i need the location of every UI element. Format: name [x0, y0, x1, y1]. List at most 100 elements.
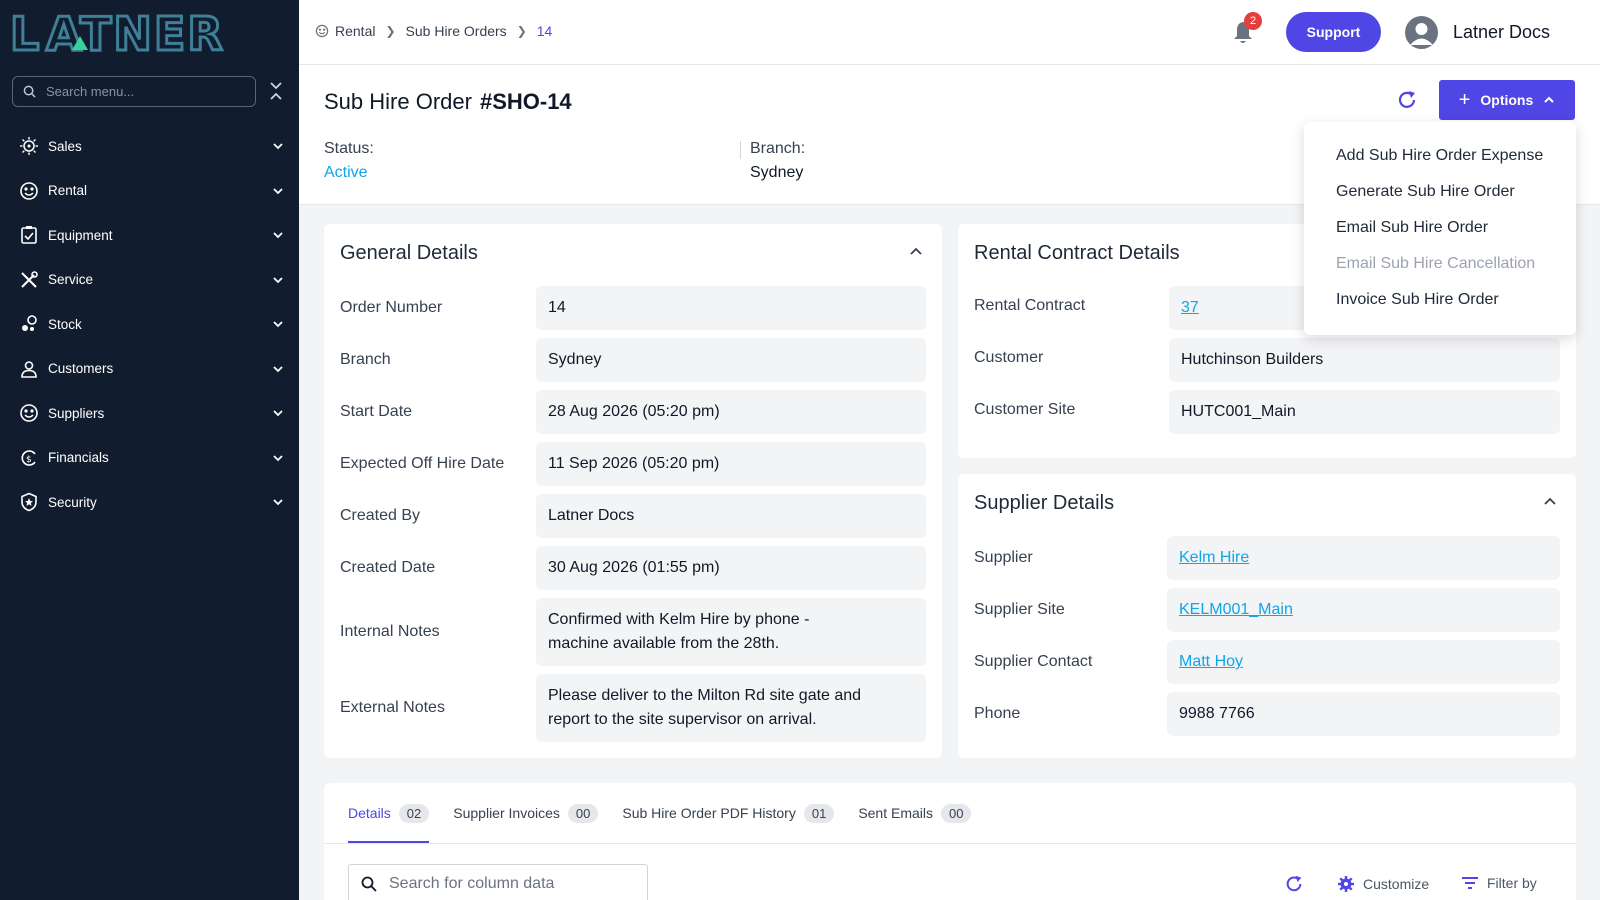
sidebar-item-sales[interactable]: Sales	[0, 124, 299, 169]
tab-label: Details	[348, 805, 391, 821]
rental-icon	[18, 180, 40, 202]
chevron-down-icon	[273, 232, 283, 239]
supplier-contact-link[interactable]: Matt Hoy	[1179, 650, 1243, 674]
supplier-link[interactable]: Kelm Hire	[1179, 546, 1249, 570]
supplier-contact-value: Matt Hoy	[1167, 640, 1560, 684]
field-row: External Notes	[340, 699, 445, 717]
collapse-sidebar-icon[interactable]	[268, 80, 284, 102]
column-search-input[interactable]: Search for column data	[348, 864, 648, 900]
breadcrumb-sub-hire-orders[interactable]: Sub Hire Orders	[406, 23, 507, 39]
tab-count-badge: 00	[567, 803, 599, 823]
chevron-up-icon[interactable]	[1542, 494, 1558, 510]
sidebar-item-label: Financials	[48, 450, 109, 466]
field-label: Phone	[974, 705, 1021, 722]
sidebar-item-stock[interactable]: Stock	[0, 302, 299, 347]
start-date-value: 28 Aug 2026 (05:20 pm)	[536, 390, 926, 434]
filter-button[interactable]: Filter by	[1461, 875, 1537, 891]
supplier-site-link[interactable]: KELM001_Main	[1179, 598, 1293, 622]
field-label: Supplier Site	[974, 601, 1065, 618]
sidebar-item-suppliers[interactable]: Suppliers	[0, 391, 299, 436]
avatar[interactable]	[1405, 16, 1438, 49]
order-number-value: 14	[536, 286, 926, 330]
divider	[324, 843, 1576, 844]
sidebar: L ATNER Search menu... Sales Rental Equi…	[0, 0, 299, 900]
options-dropdown: Add Sub Hire Order Expense Generate Sub …	[1304, 122, 1576, 335]
rental-contract-link[interactable]: 37	[1181, 296, 1199, 320]
latner-logo[interactable]: L ATNER	[9, 6, 280, 63]
page-title: Sub Hire Order #SHO-14	[324, 89, 572, 115]
sidebar-item-label: Sales	[48, 138, 82, 154]
gear-icon	[1338, 876, 1354, 892]
equipment-icon	[18, 224, 40, 246]
options-label: Options	[1480, 92, 1534, 108]
menu-item-add-expense[interactable]: Add Sub Hire Order Expense	[1304, 138, 1576, 174]
field-row: Customer Site	[974, 401, 1075, 419]
supplier-details-card: Supplier Details Supplier Kelm Hire Supp…	[958, 474, 1576, 758]
tab-supplier-invoices[interactable]: Supplier Invoices 00	[453, 783, 599, 843]
field-row: Created By	[340, 507, 420, 525]
options-button[interactable]: + Options	[1439, 80, 1575, 120]
customize-button[interactable]: Customize	[1337, 875, 1429, 893]
menu-search-input[interactable]: Search menu...	[12, 76, 256, 107]
chevron-down-icon	[273, 188, 283, 195]
refresh-icon[interactable]	[1396, 89, 1418, 111]
field-row: Expected Off Hire Date	[340, 455, 504, 473]
field-row: Supplier Site	[974, 601, 1065, 619]
field-row: Customer	[974, 349, 1043, 367]
field-row: Start Date	[340, 403, 412, 421]
menu-item-email-order[interactable]: Email Sub Hire Order	[1304, 210, 1576, 246]
sidebar-item-service[interactable]: Service	[0, 258, 299, 303]
sidebar-item-equipment[interactable]: Equipment	[0, 213, 299, 258]
field-row: Supplier	[974, 549, 1033, 567]
sidebar-item-label: Rental	[48, 183, 88, 199]
supplier-value: Kelm Hire	[1167, 536, 1560, 580]
branch-value: Sydney	[536, 338, 926, 382]
sidebar-item-label: Security	[48, 494, 97, 510]
tabs-card: Details 02 Supplier Invoices 00 Sub Hire…	[324, 783, 1576, 900]
menu-item-generate-order[interactable]: Generate Sub Hire Order	[1304, 174, 1576, 210]
chevron-down-icon	[273, 321, 283, 328]
field-label: Start Date	[340, 403, 413, 420]
refresh-icon[interactable]	[1284, 874, 1304, 894]
sidebar-item-security[interactable]: Security	[0, 480, 299, 525]
chevron-up-icon	[1544, 96, 1554, 103]
supplier-site-value: KELM001_Main	[1167, 588, 1560, 632]
external-notes-value: Please deliver to the Milton Rd site gat…	[536, 674, 926, 742]
field-row: Supplier Contact	[974, 653, 1092, 671]
search-icon	[361, 876, 377, 892]
status-label: Status:	[324, 140, 374, 157]
user-name[interactable]: Latner Docs	[1453, 22, 1550, 43]
breadcrumb-rental[interactable]: Rental	[335, 23, 375, 39]
created-by-value: Latner Docs	[536, 494, 926, 538]
tab-label: Sent Emails	[858, 805, 934, 821]
filter-label: Filter by	[1487, 875, 1537, 891]
branch-block: Branch: Sydney	[750, 140, 805, 182]
sidebar-item-label: Equipment	[48, 227, 113, 243]
tab-details[interactable]: Details 02	[348, 783, 430, 843]
support-button[interactable]: Support	[1286, 12, 1381, 52]
sidebar-item-label: Stock	[48, 316, 82, 332]
chevron-down-icon	[273, 455, 283, 462]
sidebar-item-financials[interactable]: $ Financials	[0, 436, 299, 481]
tab-count-badge: 00	[941, 803, 972, 823]
column-search-placeholder: Search for column data	[389, 875, 555, 892]
menu-item-email-cancellation: Email Sub Hire Cancellation	[1336, 255, 1536, 272]
plus-icon: +	[1458, 88, 1471, 111]
sidebar-menu: Sales Rental Equipment Service Stock Cus…	[0, 124, 299, 525]
sidebar-item-label: Suppliers	[48, 405, 105, 421]
chevron-up-icon[interactable]	[908, 244, 924, 260]
field-label: Created By	[340, 507, 421, 524]
tab-label: Sub Hire Order PDF History	[622, 805, 796, 821]
customers-icon	[18, 358, 40, 380]
tab-pdf-history[interactable]: Sub Hire Order PDF History 01	[622, 783, 835, 843]
tab-sent-emails[interactable]: Sent Emails 00	[858, 783, 972, 843]
sidebar-item-customers[interactable]: Customers	[0, 347, 299, 392]
sidebar-item-rental[interactable]: Rental	[0, 169, 299, 214]
breadcrumb-separator-icon: ❯	[516, 24, 527, 38]
menu-item-invoice-order[interactable]: Invoice Sub Hire Order	[1304, 282, 1576, 318]
tab-count-badge: 02	[398, 803, 430, 823]
chevron-down-icon	[273, 499, 283, 506]
search-icon	[23, 85, 36, 98]
general-details-card: General Details Order Number 14 Branch S…	[324, 224, 942, 758]
breadcrumb-current: 14	[536, 23, 553, 39]
